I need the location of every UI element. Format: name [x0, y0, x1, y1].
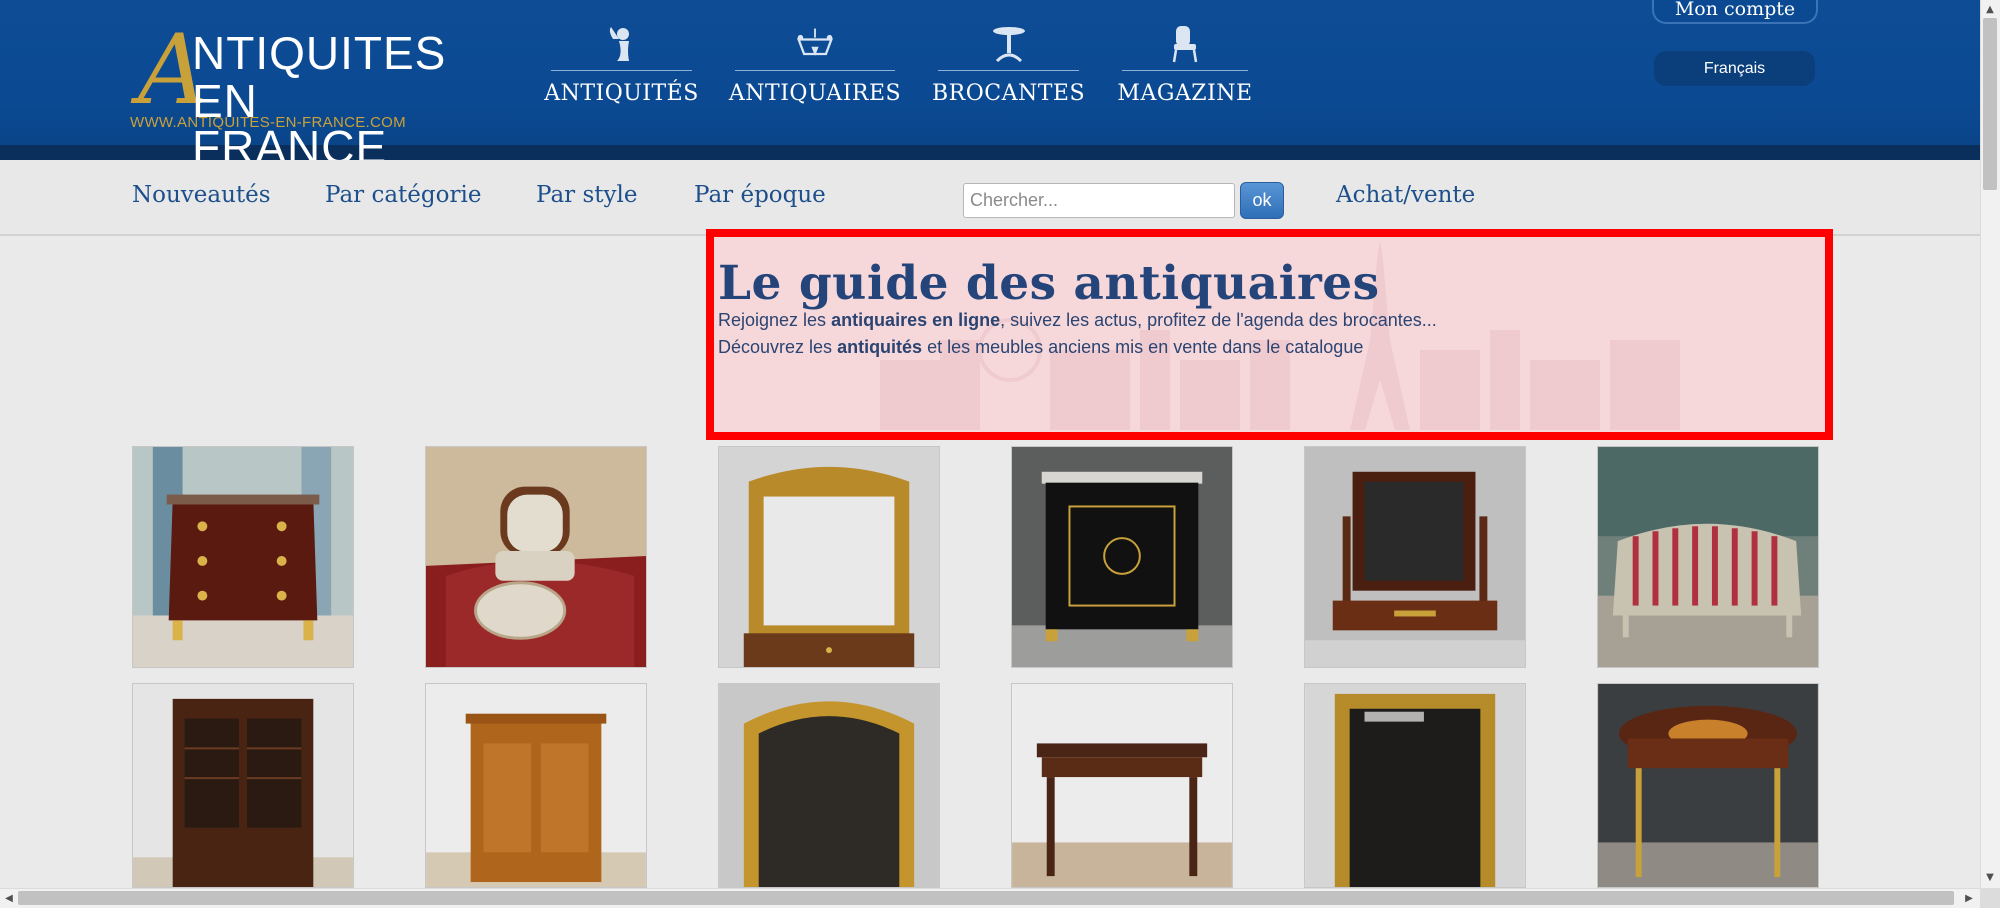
- product-tile-table[interactable]: [1011, 683, 1233, 888]
- miroir-dore-arrondi-image: [719, 684, 939, 887]
- subnav-par-style[interactable]: Par style: [536, 182, 637, 208]
- intro-text-line-1: Rejoignez les antiquaires en ligne, suiv…: [718, 310, 1437, 331]
- language-button[interactable]: Français: [1654, 51, 1815, 86]
- commode-louis-xv-image: [133, 447, 353, 667]
- pedestal-table-icon: [989, 22, 1029, 66]
- table-bureau-image: [1012, 684, 1232, 887]
- logo-line-1: NTIQUITES: [192, 27, 447, 79]
- product-tile-meuble-pin[interactable]: [425, 683, 647, 888]
- chandelier-icon: [795, 22, 835, 66]
- fauteuil-et-repose-pied-image: [426, 447, 646, 667]
- miroir-dore-image: [719, 447, 939, 667]
- nav-antiquites[interactable]: ANTIQUITÉS: [544, 22, 698, 112]
- account-button[interactable]: Mon compte: [1652, 0, 1818, 24]
- intro-text: Découvrez les: [718, 337, 838, 357]
- product-tile-meuble-boulle[interactable]: [1011, 446, 1233, 668]
- antiquaires-en-ligne-link[interactable]: antiquaires en ligne: [831, 310, 1000, 330]
- page-title: Le guide des antiquaires: [718, 256, 1380, 311]
- product-tile-commode[interactable]: [132, 446, 354, 668]
- product-tile-bibliotheque[interactable]: [132, 683, 354, 888]
- nav-label: ANTIQUITÉS: [544, 81, 699, 106]
- nav-rule: [735, 70, 895, 71]
- intro-text: et les meubles anciens mis en vente dans…: [922, 337, 1364, 357]
- meuble-napoleon-iii-boulle-image: [1012, 447, 1232, 667]
- nav-rule: [551, 70, 692, 71]
- scroll-left-icon[interactable]: ◀: [2, 891, 16, 905]
- miroir-psyche-image: [1305, 447, 1525, 667]
- subnav-par-categorie[interactable]: Par catégorie: [325, 182, 481, 208]
- meuble-bas-pin-image: [426, 684, 646, 887]
- product-tile-psyche[interactable]: [1304, 446, 1526, 668]
- nav-label: ANTIQUAIRES: [728, 81, 902, 106]
- nav-magazine[interactable]: MAGAZINE: [1117, 22, 1252, 112]
- nav-rule: [1122, 70, 1248, 71]
- horizontal-scroll-thumb[interactable]: [18, 891, 1954, 905]
- nav-label: BROCANTES: [931, 81, 1086, 106]
- product-tile-grand-miroir[interactable]: [1304, 683, 1526, 888]
- subnav-achat-vente[interactable]: Achat/vente: [1336, 182, 1475, 208]
- nav-rule: [938, 70, 1079, 71]
- product-tile-miroir-dore[interactable]: [718, 446, 940, 668]
- intro-text: , suivez les actus, profitez de l'agenda…: [1000, 310, 1437, 330]
- product-tile-canape[interactable]: [1597, 446, 1819, 668]
- antiquites-link[interactable]: antiquités: [837, 337, 922, 357]
- bibliotheque-acajou-image: [133, 684, 353, 887]
- subnav-nouveautes[interactable]: Nouveautés: [132, 182, 271, 208]
- intro-text: Rejoignez les: [718, 310, 832, 330]
- nav-label: MAGAZINE: [1117, 81, 1253, 106]
- cherub-icon: [602, 22, 642, 66]
- product-tile-miroir-arrondi[interactable]: [718, 683, 940, 888]
- logo-url: WWW.ANTIQUITES-EN-FRANCE.COM: [130, 114, 406, 131]
- intro-text-line-2: Découvrez les antiquités et les meubles …: [718, 337, 1363, 358]
- product-tile-bureau-marqueterie[interactable]: [1597, 683, 1819, 888]
- nav-antiquaires[interactable]: ANTIQUAIRES: [729, 22, 901, 112]
- grand-miroir-dore-image: [1305, 684, 1525, 887]
- scroll-right-icon[interactable]: ▶: [1962, 891, 1976, 905]
- vertical-scroll-thumb[interactable]: [1983, 18, 1997, 190]
- scroll-up-icon[interactable]: ▲: [1983, 2, 1997, 16]
- armchair-icon: [1165, 22, 1205, 66]
- canape-louis-xvi-image: [1598, 447, 1818, 667]
- scrollbar-corner: [1980, 888, 2000, 908]
- search-button[interactable]: ok: [1240, 182, 1284, 219]
- nav-brocantes[interactable]: BROCANTES: [932, 22, 1085, 112]
- subnav-par-epoque[interactable]: Par époque: [694, 182, 826, 208]
- product-tile-fauteuil[interactable]: [425, 446, 647, 668]
- search-input[interactable]: [963, 183, 1235, 218]
- bureau-marqueterie-image: [1598, 684, 1818, 887]
- site-logo[interactable]: A NTIQUITES EN FRANCE WWW.ANTIQUITES-EN-…: [130, 22, 445, 170]
- scroll-down-icon[interactable]: ▼: [1983, 870, 1997, 884]
